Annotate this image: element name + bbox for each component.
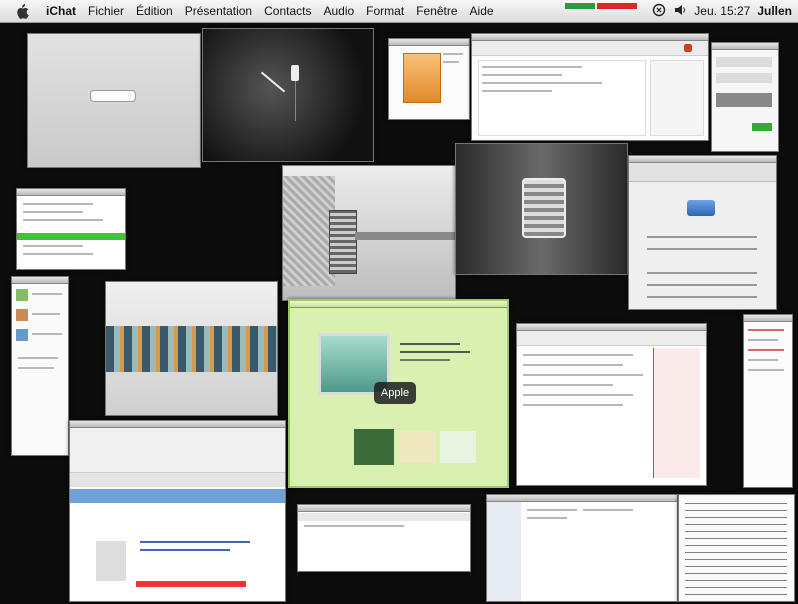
red-close-icon [684,44,692,52]
volume-icon[interactable] [673,3,687,20]
menu-fenetre[interactable]: Fenêtre [410,4,463,18]
menu-extras: Jeu. 15:27 Jullen [565,3,798,20]
connector-plug [329,210,357,274]
panel-field [716,57,772,67]
orange-x-image [403,53,441,103]
sync-icon[interactable] [652,3,666,20]
pref-toolbar [629,163,776,182]
sheet-side-column [653,348,700,478]
device-image [522,178,566,238]
connector-body [283,176,335,286]
buddy-avatar [16,289,28,301]
page-header [70,489,285,503]
window-device-render[interactable] [455,143,628,275]
menu-audio[interactable]: Audio [317,4,360,18]
buddy-avatar-2 [16,309,28,321]
x-logo [96,541,126,581]
side-panel [650,60,704,136]
window-preferences[interactable] [628,155,777,310]
window-finder[interactable] [486,494,678,602]
clock-hand-icon [260,71,286,93]
window-inspector-panel[interactable] [711,42,779,152]
editor-toolbar [70,428,285,473]
mac-os-x-banner [354,429,394,465]
window-document-editor[interactable] [471,33,709,141]
blue-device-icon [687,200,715,216]
menu-ichat[interactable]: iChat [40,4,82,18]
window-gray-dialog[interactable] [27,33,201,168]
window-narrow-list[interactable] [743,314,793,488]
menu-user-name[interactable]: Jullen [757,4,792,18]
window-handwritten-notes[interactable] [678,494,795,602]
window-table[interactable] [297,504,471,572]
window-connector-render[interactable] [282,165,456,301]
window-panorama-render[interactable] [105,281,278,416]
apple-menu-icon[interactable] [14,3,30,19]
window-image-preview[interactable] [388,38,470,120]
table-header [298,513,470,521]
menu-format[interactable]: Format [360,4,410,18]
window-spreadsheet[interactable] [516,323,707,486]
status-green-bar-2 [565,6,596,9]
ichat-status-menu[interactable] [565,3,645,19]
buddy-avatar-3 [16,329,28,341]
editor-tabs [70,473,285,487]
document-pane [478,60,646,136]
promo-tile-2 [440,431,476,463]
status-red-bar-2 [597,6,638,9]
cable [355,232,455,240]
window-buddy-list[interactable] [11,276,69,456]
green-indicator [752,123,772,131]
window-dark-clock[interactable] [202,28,374,162]
window-file-list[interactable] [16,188,126,270]
clock-marker-icon [291,65,299,81]
expose-window-label: Apple [374,382,416,404]
selected-row [17,233,125,240]
notes-scribble [685,501,787,595]
panel-field-2 [716,73,772,83]
menu-bar: iChat Fichier Édition Présentation Conta… [0,0,798,23]
menu-aide[interactable]: Aide [464,4,500,18]
dialog-button [90,90,136,102]
panorama-strip [106,326,277,372]
sheet-toolbar [517,331,706,346]
window-web-editor[interactable] [69,420,286,602]
menu-clock[interactable]: Jeu. 15:27 [694,4,750,18]
menu-edition[interactable]: Édition [130,4,179,18]
clock-axis [295,81,296,121]
menu-presentation[interactable]: Présentation [179,4,258,18]
menu-fichier[interactable]: Fichier [82,4,130,18]
panel-dark-field [716,93,772,107]
finder-sidebar [487,502,521,601]
red-text-block [136,581,246,587]
promo-tile [398,431,436,463]
menu-contacts[interactable]: Contacts [258,4,317,18]
toolbar [472,41,708,56]
